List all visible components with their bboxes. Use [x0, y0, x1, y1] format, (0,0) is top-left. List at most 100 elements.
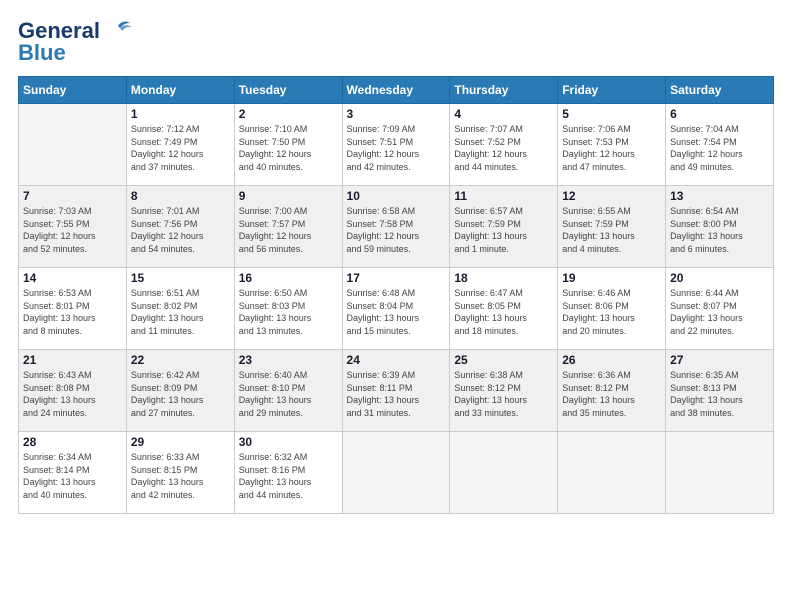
day-number: 29: [131, 435, 230, 449]
day-info: Sunrise: 6:35 AM Sunset: 8:13 PM Dayligh…: [670, 369, 769, 419]
day-info: Sunrise: 6:42 AM Sunset: 8:09 PM Dayligh…: [131, 369, 230, 419]
calendar-week-row: 1 Sunrise: 7:12 AM Sunset: 7:49 PM Daylig…: [19, 104, 774, 186]
day-info: Sunrise: 7:06 AM Sunset: 7:53 PM Dayligh…: [562, 123, 661, 173]
day-number: 14: [23, 271, 122, 285]
day-info: Sunrise: 7:03 AM Sunset: 7:55 PM Dayligh…: [23, 205, 122, 255]
day-number: 26: [562, 353, 661, 367]
day-number: 27: [670, 353, 769, 367]
weekday-header-thursday: Thursday: [450, 77, 558, 104]
day-info: Sunrise: 6:57 AM Sunset: 7:59 PM Dayligh…: [454, 205, 553, 255]
day-info: Sunrise: 6:54 AM Sunset: 8:00 PM Dayligh…: [670, 205, 769, 255]
calendar-table: SundayMondayTuesdayWednesdayThursdayFrid…: [18, 76, 774, 514]
calendar-cell: 23 Sunrise: 6:40 AM Sunset: 8:10 PM Dayli…: [234, 350, 342, 432]
day-number: 20: [670, 271, 769, 285]
day-number: 22: [131, 353, 230, 367]
logo-bird-icon: [104, 18, 132, 40]
day-info: Sunrise: 6:40 AM Sunset: 8:10 PM Dayligh…: [239, 369, 338, 419]
day-number: 6: [670, 107, 769, 121]
day-info: Sunrise: 6:38 AM Sunset: 8:12 PM Dayligh…: [454, 369, 553, 419]
calendar-cell: 11 Sunrise: 6:57 AM Sunset: 7:59 PM Dayli…: [450, 186, 558, 268]
day-info: Sunrise: 6:33 AM Sunset: 8:15 PM Dayligh…: [131, 451, 230, 501]
logo-blue-text: Blue: [18, 40, 66, 66]
day-info: Sunrise: 6:39 AM Sunset: 8:11 PM Dayligh…: [347, 369, 446, 419]
calendar-cell: 20 Sunrise: 6:44 AM Sunset: 8:07 PM Dayli…: [666, 268, 774, 350]
calendar-cell: [450, 432, 558, 514]
calendar-cell: 17Sunrise: 6:48 AM Sunset: 8:04 PM Dayli…: [342, 268, 450, 350]
calendar-week-row: 14 Sunrise: 6:53 AM Sunset: 8:01 PM Dayli…: [19, 268, 774, 350]
day-info: Sunrise: 6:51 AM Sunset: 8:02 PM Dayligh…: [131, 287, 230, 337]
calendar-cell: 28Sunrise: 6:34 AM Sunset: 8:14 PM Dayli…: [19, 432, 127, 514]
day-number: 21: [23, 353, 122, 367]
day-number: 5: [562, 107, 661, 121]
calendar-cell: [558, 432, 666, 514]
day-number: 1: [131, 107, 230, 121]
calendar-cell: 10 Sunrise: 6:58 AM Sunset: 7:58 PM Dayli…: [342, 186, 450, 268]
weekday-header-friday: Friday: [558, 77, 666, 104]
day-number: 9: [239, 189, 338, 203]
calendar-cell: [342, 432, 450, 514]
day-number: 15: [131, 271, 230, 285]
day-number: 13: [670, 189, 769, 203]
calendar-cell: 1 Sunrise: 7:12 AM Sunset: 7:49 PM Daylig…: [126, 104, 234, 186]
page: General Blue SundayMondayTuesdayWednesda…: [0, 0, 792, 612]
day-info: Sunrise: 6:53 AM Sunset: 8:01 PM Dayligh…: [23, 287, 122, 337]
day-number: 18: [454, 271, 553, 285]
day-info: Sunrise: 6:47 AM Sunset: 8:05 PM Dayligh…: [454, 287, 553, 337]
day-number: 10: [347, 189, 446, 203]
day-info: Sunrise: 7:01 AM Sunset: 7:56 PM Dayligh…: [131, 205, 230, 255]
calendar-week-row: 7 Sunrise: 7:03 AM Sunset: 7:55 PM Daylig…: [19, 186, 774, 268]
calendar-cell: 29 Sunrise: 6:33 AM Sunset: 8:15 PM Dayli…: [126, 432, 234, 514]
day-info: Sunrise: 7:07 AM Sunset: 7:52 PM Dayligh…: [454, 123, 553, 173]
calendar-cell: [666, 432, 774, 514]
day-number: 19: [562, 271, 661, 285]
calendar-cell: 26 Sunrise: 6:36 AM Sunset: 8:12 PM Dayli…: [558, 350, 666, 432]
day-info: Sunrise: 6:50 AM Sunset: 8:03 PM Dayligh…: [239, 287, 338, 337]
day-number: 24: [347, 353, 446, 367]
weekday-header-wednesday: Wednesday: [342, 77, 450, 104]
day-number: 11: [454, 189, 553, 203]
day-info: Sunrise: 7:12 AM Sunset: 7:49 PM Dayligh…: [131, 123, 230, 173]
calendar-cell: 14 Sunrise: 6:53 AM Sunset: 8:01 PM Dayli…: [19, 268, 127, 350]
day-number: 16: [239, 271, 338, 285]
day-info: Sunrise: 6:36 AM Sunset: 8:12 PM Dayligh…: [562, 369, 661, 419]
day-number: 7: [23, 189, 122, 203]
weekday-header-row: SundayMondayTuesdayWednesdayThursdayFrid…: [19, 77, 774, 104]
calendar-week-row: 21Sunrise: 6:43 AM Sunset: 8:08 PM Dayli…: [19, 350, 774, 432]
calendar-cell: 3 Sunrise: 7:09 AM Sunset: 7:51 PM Daylig…: [342, 104, 450, 186]
calendar-cell: 13 Sunrise: 6:54 AM Sunset: 8:00 PM Dayli…: [666, 186, 774, 268]
calendar-cell: 5 Sunrise: 7:06 AM Sunset: 7:53 PM Daylig…: [558, 104, 666, 186]
calendar-cell: 30 Sunrise: 6:32 AM Sunset: 8:16 PM Dayli…: [234, 432, 342, 514]
calendar-cell: 8 Sunrise: 7:01 AM Sunset: 7:56 PM Daylig…: [126, 186, 234, 268]
day-number: 17: [347, 271, 446, 285]
calendar-cell: 27 Sunrise: 6:35 AM Sunset: 8:13 PM Dayli…: [666, 350, 774, 432]
calendar-week-row: 28Sunrise: 6:34 AM Sunset: 8:14 PM Dayli…: [19, 432, 774, 514]
logo: General Blue: [18, 18, 132, 66]
day-info: Sunrise: 7:09 AM Sunset: 7:51 PM Dayligh…: [347, 123, 446, 173]
day-info: Sunrise: 6:46 AM Sunset: 8:06 PM Dayligh…: [562, 287, 661, 337]
day-info: Sunrise: 6:55 AM Sunset: 7:59 PM Dayligh…: [562, 205, 661, 255]
day-info: Sunrise: 6:44 AM Sunset: 8:07 PM Dayligh…: [670, 287, 769, 337]
day-info: Sunrise: 7:04 AM Sunset: 7:54 PM Dayligh…: [670, 123, 769, 173]
weekday-header-monday: Monday: [126, 77, 234, 104]
day-number: 4: [454, 107, 553, 121]
day-number: 23: [239, 353, 338, 367]
day-info: Sunrise: 6:58 AM Sunset: 7:58 PM Dayligh…: [347, 205, 446, 255]
calendar-cell: 15 Sunrise: 6:51 AM Sunset: 8:02 PM Dayli…: [126, 268, 234, 350]
day-number: 25: [454, 353, 553, 367]
day-info: Sunrise: 6:32 AM Sunset: 8:16 PM Dayligh…: [239, 451, 338, 501]
day-number: 28: [23, 435, 122, 449]
calendar-container: SundayMondayTuesdayWednesdayThursdayFrid…: [18, 76, 774, 514]
weekday-header-sunday: Sunday: [19, 77, 127, 104]
calendar-cell: [19, 104, 127, 186]
calendar-cell: 12Sunrise: 6:55 AM Sunset: 7:59 PM Dayli…: [558, 186, 666, 268]
calendar-cell: 25 Sunrise: 6:38 AM Sunset: 8:12 PM Dayli…: [450, 350, 558, 432]
day-number: 3: [347, 107, 446, 121]
calendar-cell: 19 Sunrise: 6:46 AM Sunset: 8:06 PM Dayli…: [558, 268, 666, 350]
calendar-cell: 4 Sunrise: 7:07 AM Sunset: 7:52 PM Daylig…: [450, 104, 558, 186]
calendar-cell: 2Sunrise: 7:10 AM Sunset: 7:50 PM Daylig…: [234, 104, 342, 186]
day-number: 8: [131, 189, 230, 203]
calendar-cell: 6 Sunrise: 7:04 AM Sunset: 7:54 PM Daylig…: [666, 104, 774, 186]
calendar-cell: 16 Sunrise: 6:50 AM Sunset: 8:03 PM Dayli…: [234, 268, 342, 350]
weekday-header-saturday: Saturday: [666, 77, 774, 104]
day-number: 30: [239, 435, 338, 449]
